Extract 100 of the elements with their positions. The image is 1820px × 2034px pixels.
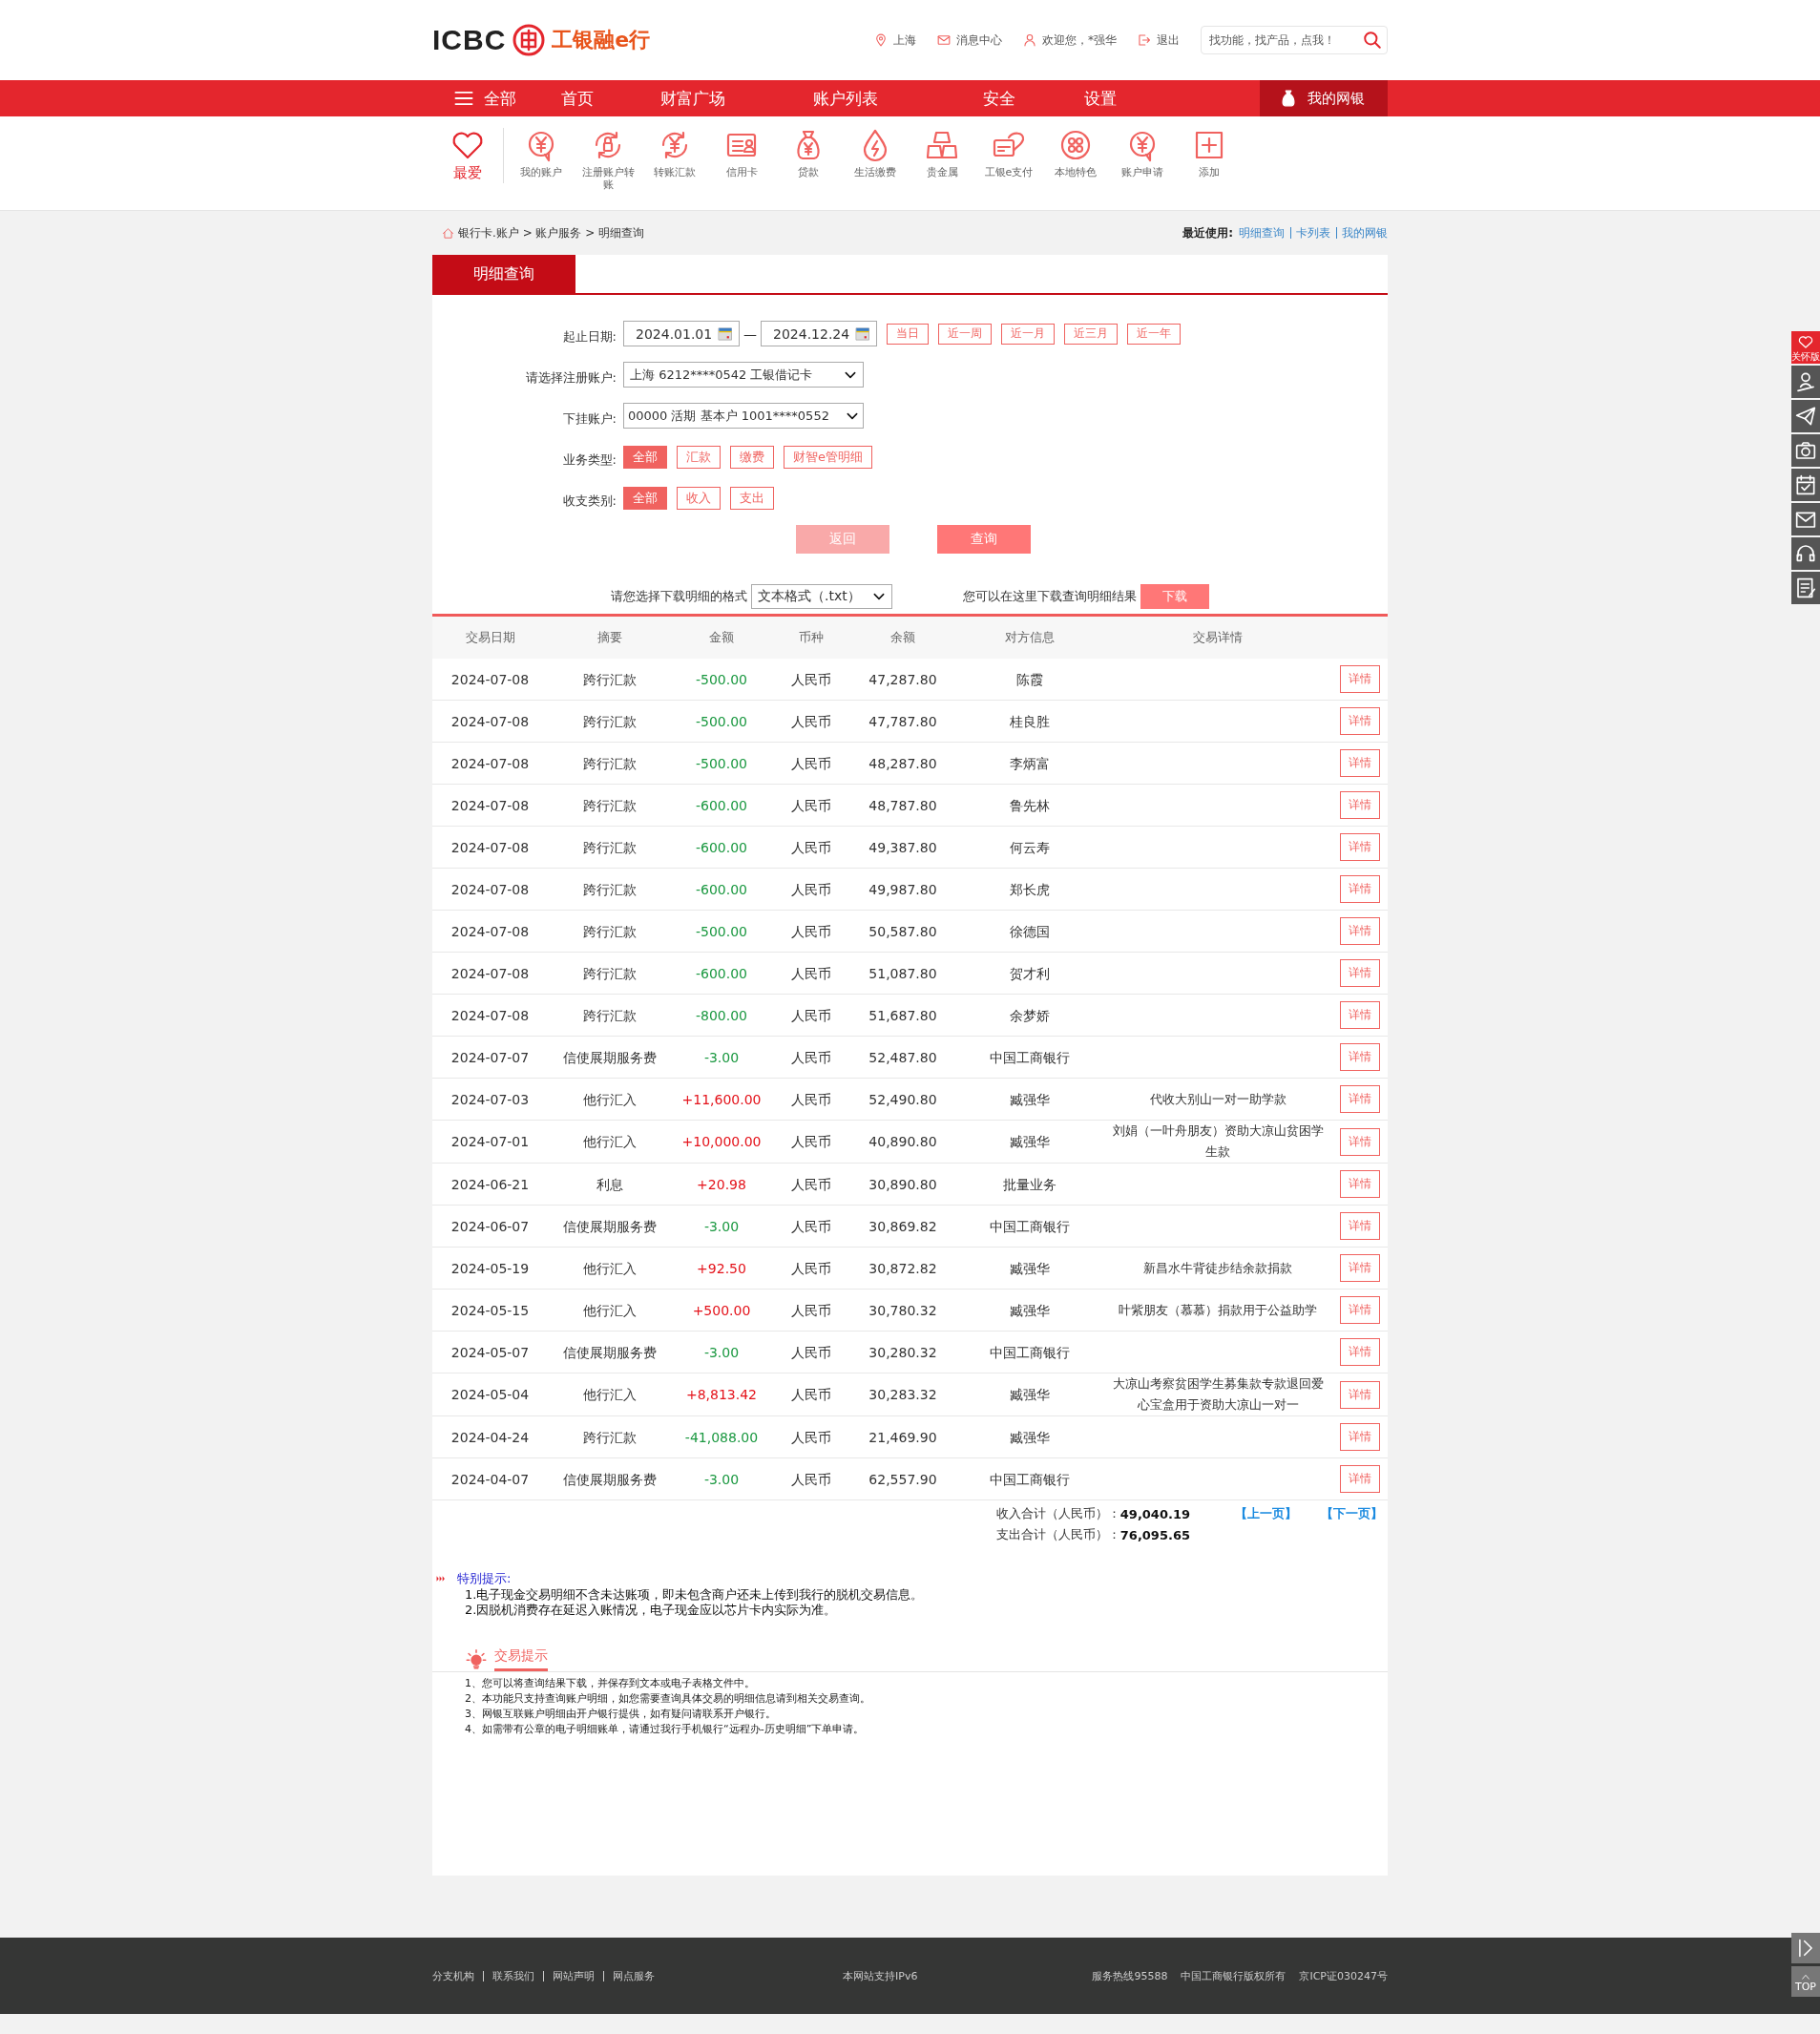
message-center-link[interactable]: 消息中心	[956, 31, 1002, 49]
filter-option[interactable]: 全部	[623, 486, 667, 510]
details-button[interactable]: 详情	[1340, 665, 1380, 693]
recent-link[interactable]: 我的网银	[1336, 227, 1388, 239]
filter-option[interactable]: 支出	[730, 486, 774, 510]
details-button[interactable]: 详情	[1340, 707, 1380, 735]
search-icon[interactable]	[1363, 31, 1382, 50]
filter-option[interactable]: 收入	[677, 486, 721, 510]
side-tool-button[interactable]	[1791, 469, 1820, 501]
details-button[interactable]: 详情	[1340, 1212, 1380, 1240]
range-button[interactable]: 近一年	[1127, 323, 1181, 345]
shortcut-label[interactable]: 工银e支付	[979, 166, 1038, 178]
range-button[interactable]: 当日	[887, 323, 929, 345]
mail-icon[interactable]	[937, 33, 951, 47]
shortcut-label[interactable]: 添加	[1180, 166, 1239, 178]
date-field[interactable]: 2024.12.24	[761, 321, 877, 346]
sub-account-dropdown[interactable]: 00000 活期 基本户 1001****0552	[623, 403, 864, 429]
shortcut-label[interactable]: 账户申请	[1113, 166, 1172, 178]
table-cell: -3.00	[671, 1331, 772, 1373]
footer-link[interactable]: 联系我们	[483, 1970, 543, 1982]
side-tool-button[interactable]	[1791, 537, 1820, 570]
table-cell: 49,987.80	[850, 868, 955, 911]
details-button[interactable]: 详情	[1340, 1465, 1380, 1493]
shortcut-label[interactable]: 注册账户转账	[578, 166, 638, 191]
nav-item[interactable]: 安全	[983, 87, 1015, 110]
format-dropdown[interactable]: 文本格式（.txt）	[751, 584, 892, 609]
shortcut-label[interactable]: 本地特色	[1046, 166, 1105, 178]
footer-link[interactable]: 分支机构	[432, 1970, 483, 1982]
details-button[interactable]: 详情	[1340, 1170, 1380, 1198]
notice-text: 1.电子现金交易明细不含未达账项，即未包含商户还未上传到我行的脱机交易信息。	[465, 1587, 925, 1603]
favorites-label[interactable]: 最爱	[453, 164, 482, 182]
side-tool-button[interactable]	[1791, 503, 1820, 535]
table-cell: 信使展期服务费	[548, 1457, 671, 1500]
side-tool-button[interactable]	[1791, 434, 1820, 467]
nav-item[interactable]: 全部	[484, 87, 516, 110]
download-button[interactable]: 下载	[1140, 584, 1209, 609]
table-cell: -600.00	[671, 826, 772, 869]
date-field[interactable]: 2024.01.01	[623, 321, 740, 346]
filter-option[interactable]: 财智e管明细	[784, 445, 872, 469]
shortcut-label[interactable]: 我的账户	[512, 166, 571, 178]
recent-link[interactable]: 明细查询	[1239, 224, 1285, 241]
nav-item[interactable]: 财富广场	[660, 87, 725, 110]
logout-icon[interactable]	[1138, 33, 1151, 47]
nav-item[interactable]: 账户列表	[813, 87, 878, 110]
range-button[interactable]: 近三月	[1064, 323, 1118, 345]
details-button[interactable]: 详情	[1340, 875, 1380, 903]
collapse-button[interactable]	[1791, 1933, 1820, 1963]
shortcut-label[interactable]: 转账汇款	[645, 166, 704, 178]
side-tool-button[interactable]	[1791, 400, 1820, 432]
logo-slogan: 工银融e行	[552, 27, 651, 53]
details-button[interactable]: 详情	[1340, 1423, 1380, 1451]
details-button[interactable]: 详情	[1340, 1001, 1380, 1029]
recent-link[interactable]: 卡列表	[1290, 227, 1330, 239]
page-tab[interactable]: 明细查询	[432, 255, 575, 293]
search-field[interactable]: 找功能，找产品，点我！	[1201, 26, 1388, 54]
dots-circle-icon[interactable]	[1058, 128, 1093, 162]
side-tool-button[interactable]	[1791, 366, 1820, 398]
location-pin-icon[interactable]	[874, 33, 888, 47]
side-tool-button[interactable]	[1791, 572, 1820, 604]
details-button[interactable]: 详情	[1340, 917, 1380, 945]
range-button[interactable]: 近一周	[938, 323, 992, 345]
welcome-text[interactable]: 欢迎您，*强华	[1042, 31, 1117, 49]
nav-item[interactable]: 首页	[561, 87, 594, 110]
account-dropdown[interactable]: 上海 6212****0542 工银借记卡	[623, 362, 864, 388]
table-cell: 2024-07-08	[432, 826, 548, 869]
location-link[interactable]: 上海	[893, 31, 916, 49]
details-button[interactable]: 详情	[1340, 749, 1380, 777]
user-icon[interactable]	[1023, 33, 1036, 47]
my-bank-button[interactable]: 我的网银	[1260, 80, 1388, 116]
details-button[interactable]: 详情	[1340, 1043, 1380, 1071]
table-cell: 中国工商银行	[955, 1036, 1103, 1079]
details-button[interactable]: 详情	[1340, 1338, 1380, 1366]
nav-item[interactable]: 设置	[1084, 87, 1117, 110]
details-button[interactable]: 详情	[1340, 1296, 1380, 1324]
query-button[interactable]: 查询	[936, 525, 1031, 554]
details-button[interactable]: 详情	[1340, 833, 1380, 861]
details-button[interactable]: 详情	[1340, 791, 1380, 819]
details-button[interactable]: 详情	[1340, 1127, 1380, 1156]
footer-link[interactable]: 网站声明	[543, 1970, 603, 1982]
next-page-link[interactable]: 【下一页】	[1297, 1505, 1383, 1522]
table-cell: 跨行汇款	[548, 700, 671, 743]
filter-option[interactable]: 全部	[623, 445, 667, 469]
shortcut-label[interactable]: 生活缴费	[846, 166, 905, 178]
shortcut-label[interactable]: 贷款	[779, 166, 838, 178]
side-tool-button[interactable]: 关怀版	[1791, 331, 1820, 364]
details-button[interactable]: 详情	[1340, 1254, 1380, 1282]
filter-option[interactable]: 缴费	[730, 445, 774, 469]
logout-link[interactable]: 退出	[1157, 31, 1180, 49]
home-icon[interactable]	[442, 226, 454, 240]
details-button[interactable]: 详情	[1340, 959, 1380, 987]
shortcut-label[interactable]: 信用卡	[712, 166, 771, 178]
filter-option[interactable]: 汇款	[677, 445, 721, 469]
table-cell: 跨行汇款	[548, 910, 671, 953]
footer-link[interactable]: 网点服务	[603, 1970, 663, 1982]
details-button[interactable]: 详情	[1340, 1380, 1380, 1409]
back-to-top-button[interactable]: TOP	[1791, 1966, 1820, 1997]
details-button[interactable]: 详情	[1340, 1085, 1380, 1113]
shortcut-label[interactable]: 贵金属	[912, 166, 972, 178]
previous-page-link[interactable]: 【上一页】	[1190, 1505, 1297, 1522]
range-button[interactable]: 近一月	[1001, 323, 1055, 345]
